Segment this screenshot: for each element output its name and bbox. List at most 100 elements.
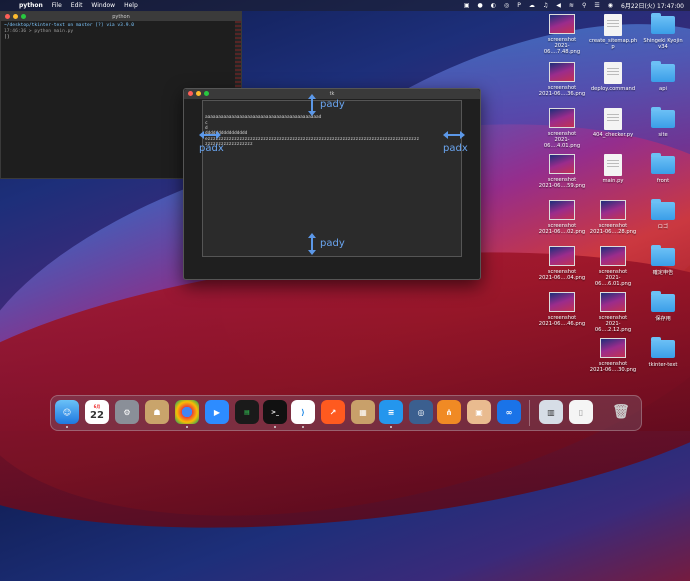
padx-label-left: padx <box>199 143 224 154</box>
control-center-icon[interactable]: ☰ <box>594 2 599 9</box>
folder-icon <box>651 153 675 174</box>
running-indicator <box>66 426 68 428</box>
graph-app-icon[interactable]: ↗ <box>321 400 345 424</box>
minimize-button[interactable] <box>13 14 18 19</box>
cloud-icon[interactable]: ☁ <box>529 2 535 9</box>
downloads-stack-icon[interactable]: ▥ <box>539 400 563 424</box>
status-icon[interactable]: ◐ <box>491 2 496 9</box>
close-button[interactable] <box>5 14 10 19</box>
desktop-file-screenshot[interactable]: screenshot 2021-06....28.png <box>589 200 637 235</box>
desktop-file-screenshot[interactable]: screenshot 2021-06....59.png <box>538 154 586 189</box>
desktop-file-screenshot[interactable]: screenshot 2021-06....7.48.png <box>538 14 586 55</box>
pady-label-top: pady <box>320 99 345 110</box>
image-thumbnail-icon <box>600 200 626 220</box>
desktop-file-php[interactable]: create_sitemap.ph p <box>589 14 637 50</box>
running-indicator <box>186 426 188 428</box>
desktop-file-screenshot[interactable]: screenshot 2021-06....30.png <box>589 338 637 373</box>
desktop-file-screenshot[interactable]: screenshot 2021-06....6.01.png <box>589 246 637 287</box>
calendar-icon[interactable]: 6月 22 <box>85 400 109 424</box>
menu-app-name[interactable]: python <box>19 2 43 9</box>
docker-icon[interactable]: ≡ <box>379 400 403 424</box>
image-thumbnail-icon <box>549 200 575 220</box>
status-icon[interactable]: ◎ <box>504 2 509 9</box>
desktop-folder[interactable]: front <box>639 153 687 184</box>
menu-window[interactable]: Window <box>91 2 115 9</box>
minimize-button[interactable] <box>196 91 201 96</box>
menu-file[interactable]: File <box>52 2 62 9</box>
desktop-file-screenshot[interactable]: screenshot 2021-06....36.png <box>538 62 586 97</box>
preview-app-icon[interactable]: ▣ <box>467 400 491 424</box>
siri-icon[interactable]: ◉ <box>608 2 613 9</box>
tk-title: tk <box>329 91 335 97</box>
activity-monitor-icon[interactable]: ▤ <box>235 400 259 424</box>
running-indicator <box>390 426 392 428</box>
document-stack-icon[interactable]: ▯ <box>569 400 593 424</box>
image-thumbnail-icon <box>600 246 626 266</box>
system-preferences-icon[interactable]: ⚙ <box>115 400 139 424</box>
tk-window[interactable]: tk aaaaaaaaaaaaaaaaaaaaaaaaaaaaaaaaaaaaa… <box>183 88 481 280</box>
desktop-folder[interactable]: ロゴ <box>639 199 687 230</box>
status-icon[interactable]: ● <box>478 2 483 9</box>
document-icon <box>604 108 622 130</box>
document-icon <box>604 14 622 36</box>
folder-icon <box>651 61 675 82</box>
image-thumbnail-icon <box>549 246 575 266</box>
close-button[interactable] <box>188 91 193 96</box>
image-thumbnail-icon <box>549 62 575 82</box>
contacts-icon[interactable]: ☗ <box>145 400 169 424</box>
folder-icon <box>651 245 675 266</box>
text-widget[interactable]: aaaaaaaaaaaaaaaaaaaaaaaaaaaaaaaaaaaaaaaa… <box>202 100 462 257</box>
desktop-file-command[interactable]: deploy.command <box>589 62 637 92</box>
padx-arrow-right <box>443 131 465 139</box>
archive-app-icon[interactable]: ▦ <box>351 400 375 424</box>
dock: ☺ 6月 22 ⚙ ☗ ▶ ▤ >_ ⟩ ↗ ▦ ≡ ◎ ⋔ ▣ ∞ ▥ ▯ 🗑 <box>50 395 642 431</box>
status-icon[interactable]: P <box>517 2 521 9</box>
desktop-file-screenshot[interactable]: screenshot 2021-06....2.12.png <box>589 292 637 333</box>
running-indicator <box>302 426 304 428</box>
zoom-icon[interactable]: ▶ <box>205 400 229 424</box>
finder-icon[interactable]: ☺ <box>55 400 79 424</box>
menu-clock[interactable]: 6月22日(火) 17:47:00 <box>621 1 684 10</box>
quicktime-icon[interactable]: ◎ <box>409 400 433 424</box>
zoom-button[interactable] <box>204 91 209 96</box>
desktop-folder[interactable]: tkinter-text <box>639 337 687 368</box>
folder-icon <box>651 291 675 312</box>
infinity-app-icon[interactable]: ∞ <box>497 400 521 424</box>
desktop-folder[interactable]: Shingeki Kyojin v34 <box>639 13 687 50</box>
desktop-file-screenshot[interactable]: screenshot 2021-06....4.01.png <box>538 108 586 149</box>
desktop-file-screenshot[interactable]: screenshot 2021-06....46.png <box>538 292 586 327</box>
desktop-folder[interactable]: api <box>639 61 687 92</box>
terminal-titlebar[interactable]: python <box>1 12 241 21</box>
zoom-button[interactable] <box>21 14 26 19</box>
chrome-icon[interactable] <box>175 400 199 424</box>
running-indicator <box>274 426 276 428</box>
sourcetree-icon[interactable]: ⋔ <box>437 400 461 424</box>
menu-bar: python File Edit Window Help ▣ ● ◐ ◎ P ☁… <box>0 0 690 11</box>
volume-icon[interactable]: ◀ <box>556 2 561 9</box>
status-icon[interactable]: ▣ <box>464 2 470 9</box>
desktop-file-python[interactable]: 404_checker.py <box>589 108 637 138</box>
trash-icon[interactable]: 🗑 <box>609 400 633 424</box>
text-line: aaaaaaaaaaaaaaaaaaaaaaaaaaaaaaaaaaaaaaaa… <box>205 115 322 120</box>
terminal-icon[interactable]: >_ <box>263 400 287 424</box>
desktop-folder[interactable]: 確定申告 <box>639 245 687 276</box>
terminal-output[interactable]: ~/desktop/tkinter-text on master [?] via… <box>1 21 241 43</box>
menu-help[interactable]: Help <box>124 2 138 9</box>
desktop-file-screenshot[interactable]: screenshot 2021-06....04.png <box>538 246 586 281</box>
desktop-file-python[interactable]: main.py <box>589 154 637 184</box>
desktop-folder[interactable]: site <box>639 107 687 138</box>
terminal-line: [] <box>4 35 10 40</box>
desktop-folder[interactable]: 保存用 <box>639 291 687 322</box>
bell-icon[interactable]: ♫ <box>543 2 548 9</box>
pady-label-bottom: pady <box>320 238 345 249</box>
search-icon[interactable]: ⚲ <box>582 2 586 9</box>
menu-edit[interactable]: Edit <box>71 2 83 9</box>
padx-label-right: padx <box>443 143 468 154</box>
padx-arrow-left <box>199 131 221 139</box>
tk-titlebar[interactable]: tk <box>184 89 480 99</box>
desktop-file-screenshot[interactable]: screenshot 2021-06....02.png <box>538 200 586 235</box>
pady-arrow-bottom <box>308 233 316 255</box>
wifi-icon[interactable]: ≋ <box>569 2 574 9</box>
image-thumbnail-icon <box>549 14 575 34</box>
vscode-icon[interactable]: ⟩ <box>291 400 315 424</box>
